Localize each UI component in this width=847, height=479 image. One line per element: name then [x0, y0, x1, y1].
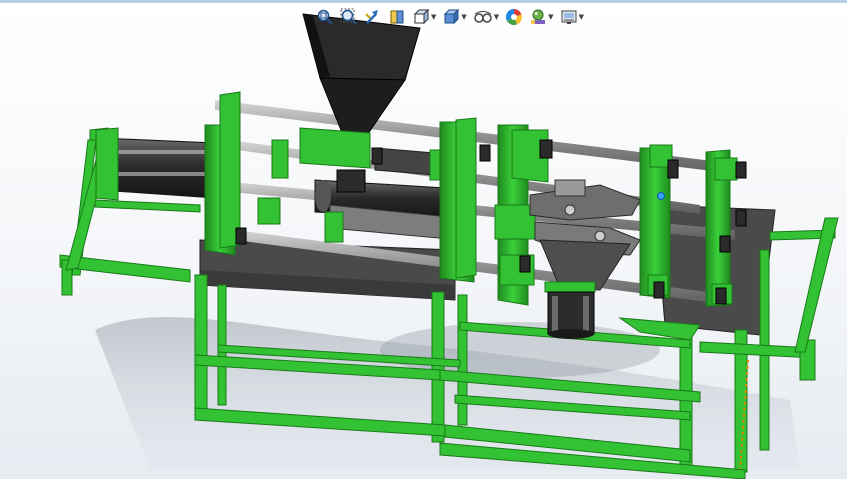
edit-appearance-button[interactable]	[503, 6, 525, 28]
section-view-icon	[388, 8, 406, 26]
zoom-to-fit-icon	[316, 8, 334, 26]
previous-view-button[interactable]	[362, 6, 384, 28]
previous-view-icon	[364, 8, 382, 26]
display-style-icon	[442, 8, 460, 26]
zoom-to-fit-button[interactable]	[314, 6, 336, 28]
fixed-platen	[439, 117, 477, 283]
view-orientation-button[interactable]: ▼	[410, 6, 438, 28]
hide-show-items-dropdown-icon: ▼	[493, 13, 500, 21]
display-style-button[interactable]: ▼	[440, 6, 468, 28]
hide-show-items-button[interactable]: ▼	[471, 6, 501, 28]
hide-show-items-icon	[473, 8, 493, 26]
apply-scene-icon	[529, 8, 547, 26]
edit-appearance-icon	[505, 8, 523, 26]
heads-up-view-toolbar: ▼ ▼ ▼ ▼ ▼	[314, 5, 596, 29]
injection-cylinder	[95, 127, 216, 201]
view-settings-button[interactable]: ▼	[558, 6, 586, 28]
display-style-dropdown-icon: ▼	[461, 13, 467, 21]
rear-plate	[204, 91, 241, 256]
view-settings-icon	[560, 8, 578, 26]
graphics-area[interactable]	[0, 0, 847, 479]
view-orientation-dropdown-icon: ▼	[431, 13, 437, 21]
apply-scene-button[interactable]: ▼	[527, 6, 555, 28]
section-view-button[interactable]	[386, 6, 408, 28]
zoom-to-area-button[interactable]	[338, 6, 360, 28]
selection-point[interactable]	[657, 192, 665, 200]
clamp-cylinder	[544, 281, 596, 339]
view-settings-dropdown-icon: ▼	[578, 13, 584, 21]
apply-scene-dropdown-icon: ▼	[548, 13, 554, 21]
view-orientation-icon	[412, 8, 430, 26]
zoom-to-area-icon	[340, 8, 358, 26]
